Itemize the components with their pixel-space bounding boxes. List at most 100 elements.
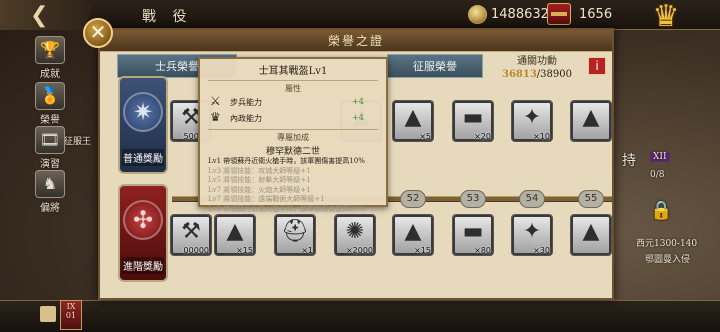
track-node[interactable]: 53 bbox=[460, 190, 486, 208]
tooltip-title: 士耳其戰盔Lv1 bbox=[258, 66, 328, 77]
ingot-icon: ▲ bbox=[582, 105, 600, 130]
medal-icon: 🏅 bbox=[35, 82, 65, 110]
puzzle-icon: ✦ bbox=[522, 219, 542, 244]
merit-total: /38900 bbox=[536, 69, 572, 80]
back-button[interactable]: ❮ bbox=[0, 0, 95, 30]
gold-counter[interactable]: 1488632 bbox=[468, 5, 549, 24]
helmet-icon: ⛑ bbox=[281, 219, 309, 244]
attr-label: 步兵能力 bbox=[230, 98, 262, 107]
reward-item[interactable]: ▲ bbox=[570, 214, 612, 256]
item-count: ×10 bbox=[533, 132, 550, 141]
page-title: 戰 役 bbox=[142, 9, 193, 25]
item-count: ×80 bbox=[474, 246, 491, 255]
attr-value: +4 bbox=[352, 113, 364, 122]
attr-header: 屬性 bbox=[208, 80, 378, 94]
gold-coin-icon bbox=[468, 5, 487, 24]
item-count: 00000 bbox=[183, 246, 209, 255]
close-icon: ✕ bbox=[89, 20, 107, 44]
side-item-label: 演習 bbox=[40, 159, 60, 170]
side-item-achievement[interactable]: 🏆 成就 bbox=[28, 36, 72, 80]
skill-name: 穆罕默德二世 bbox=[265, 147, 320, 157]
reward-item[interactable]: ⚒ 00000 bbox=[170, 214, 212, 256]
merit-score: 通關功勳 36813/38900 bbox=[483, 52, 591, 82]
bg-right-lock-icon: 🔒 bbox=[650, 200, 673, 221]
chest-amount: 1656 bbox=[579, 6, 613, 22]
track-node[interactable]: 55 bbox=[578, 190, 604, 208]
bottom-bar bbox=[0, 300, 720, 332]
general-icon: ♞ bbox=[35, 170, 65, 198]
track-node[interactable]: 54 bbox=[519, 190, 545, 208]
chapter-fraction: 01 bbox=[65, 311, 77, 320]
item-count: ×20 bbox=[474, 132, 491, 141]
side-item-drill[interactable]: 🎞 演習 bbox=[28, 126, 72, 170]
attr-row: ♛ 內政能力 +4 bbox=[200, 110, 386, 126]
normal-reward-badge: ✷ 普通獎勵 bbox=[118, 76, 168, 174]
crown-icon[interactable]: ♛ bbox=[646, 0, 686, 34]
reward-item[interactable]: ⛑ ×1 bbox=[274, 214, 316, 256]
modal-title: 榮譽之證 bbox=[100, 30, 612, 52]
reward-item[interactable]: ▲ bbox=[570, 100, 612, 142]
side-item-honor[interactable]: 🏅 榮譽 bbox=[28, 82, 72, 126]
chapter-badge[interactable]: IX 01 bbox=[60, 300, 82, 330]
bg-right-tag: 持 bbox=[622, 153, 636, 169]
ingot-icon: ▲ bbox=[404, 105, 422, 130]
bg-right-progress: 0/8 bbox=[650, 170, 665, 180]
skill-line: Lv9 帶領蘇丹近衛火槍手時，該軍團傷害提高20% bbox=[208, 204, 365, 213]
advanced-reward-badge: ✣ 進階獎勵 bbox=[118, 184, 168, 282]
knot-seal-icon: ✣ bbox=[123, 200, 163, 240]
skill-line: Lv7 將領技能：遠端戰術大師等級+1 bbox=[208, 195, 325, 203]
ingot-icon: ▲ bbox=[226, 219, 244, 244]
gold-amount: 1488632 bbox=[491, 7, 549, 22]
bg-right-chapter: XII bbox=[650, 152, 670, 162]
chest-counter[interactable]: 1656 bbox=[547, 3, 612, 25]
ingot-icon: ▲ bbox=[404, 219, 422, 244]
item-tooltip: 士耳其戰盔Lv1 屬性 ⚔ 步兵能力 +4 ♛ 內政能力 +4 專屬加成 穆罕默… bbox=[198, 57, 388, 213]
tool-icon: ⚒ bbox=[181, 219, 201, 244]
item-count: ×30 bbox=[533, 246, 550, 255]
puzzle-icon: ✦ bbox=[522, 105, 542, 130]
merit-current: 36813 bbox=[502, 69, 537, 80]
close-button[interactable]: ✕ bbox=[83, 18, 113, 48]
skill-line: Lv3 將領技能：攻城大師等級+1 bbox=[208, 166, 311, 175]
skill-line: Lv7 將領技能：火炮大師等級+1 bbox=[208, 185, 311, 194]
merit-value: 36813/38900 bbox=[483, 69, 591, 80]
iron-bar-icon: ▬ bbox=[462, 219, 484, 244]
merit-label: 通關功勳 bbox=[517, 56, 557, 67]
item-count: ×15 bbox=[414, 246, 431, 255]
side-item-label: 榮譽 bbox=[40, 115, 60, 126]
advanced-reward-label: 進階獎勵 bbox=[122, 257, 164, 274]
reward-item[interactable]: ✦ ×30 bbox=[511, 214, 553, 256]
attr-row: ⚔ 步兵能力 +4 bbox=[200, 94, 386, 110]
skill-line: Lv5 將領技能：射擊大師等級+1 bbox=[208, 176, 311, 184]
info-button[interactable]: i bbox=[588, 57, 606, 75]
item-count: ×15 bbox=[236, 246, 253, 255]
chest-icon bbox=[547, 3, 571, 25]
attr-label: 內政能力 bbox=[230, 114, 262, 123]
reward-item[interactable]: ▬ ×20 bbox=[452, 100, 494, 142]
reward-item[interactable]: ▬ ×80 bbox=[452, 214, 494, 256]
side-item-general[interactable]: ♞ 偏將 bbox=[28, 170, 72, 214]
normal-reward-label: 普通獎勵 bbox=[122, 149, 164, 166]
sword-icon: ⚔ bbox=[210, 94, 221, 108]
star-seal-icon: ✷ bbox=[123, 92, 163, 132]
attr-value: +4 bbox=[352, 97, 364, 106]
folder-icon[interactable] bbox=[40, 306, 56, 322]
film-icon: 🎞 bbox=[35, 126, 65, 154]
tab-conquest-honor[interactable]: 征服榮譽 bbox=[387, 54, 483, 78]
reward-item[interactable]: ▲ ×15 bbox=[392, 214, 434, 256]
iron-bar-icon: ▬ bbox=[462, 105, 484, 130]
item-count: ×1 bbox=[301, 246, 313, 255]
crown-icon: ♛ bbox=[210, 110, 221, 124]
reward-item[interactable]: ▲ ×5 bbox=[392, 100, 434, 142]
reward-item[interactable]: ✦ ×10 bbox=[511, 100, 553, 142]
reward-item[interactable]: ✺ ×2000 bbox=[334, 214, 376, 256]
skill-line: Lv1 帶領蘇丹近衛火槍手時，該軍團傷害提高10% bbox=[208, 157, 365, 165]
back-arrow-icon: ❮ bbox=[30, 2, 49, 28]
ingot-icon: ▲ bbox=[582, 219, 600, 244]
reward-item[interactable]: ▲ ×15 bbox=[214, 214, 256, 256]
side-item-label: 偏將 bbox=[40, 203, 60, 214]
bonus-header: 專屬加成 bbox=[208, 129, 378, 143]
track-node[interactable]: 52 bbox=[400, 190, 426, 208]
item-count: ×2000 bbox=[345, 246, 373, 255]
bg-right-name[interactable]: 鄂圖曼入侵 bbox=[645, 252, 690, 265]
